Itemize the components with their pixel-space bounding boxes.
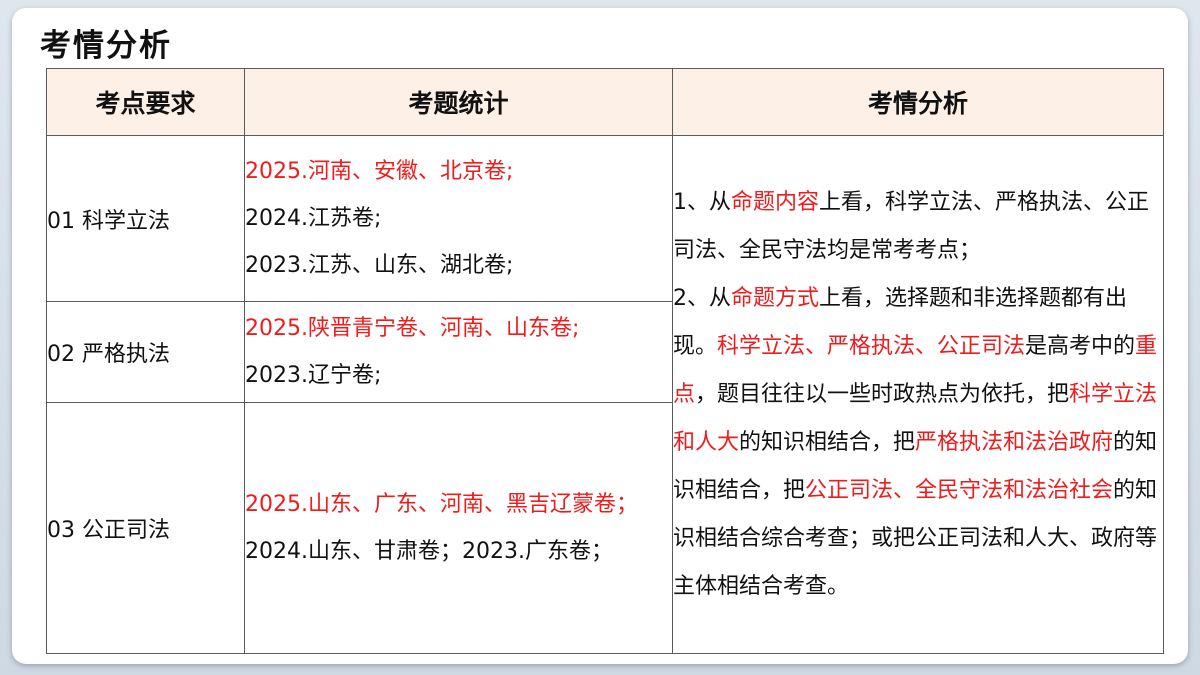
header-requirement: 考点要求 [46,68,245,136]
statistics-cell: 2025.河南、安徽、北京卷; 2024.江苏卷; 2023.江苏、山东、湖北卷… [244,135,673,302]
table-header-row: 考点要求 考题统计 考情分析 [46,68,1164,136]
statistics-line: 2023.辽宁卷; [245,363,382,388]
header-analysis: 考情分析 [672,68,1164,136]
analysis-text: 是高考中的 [1025,333,1136,359]
analysis-text: ，题目往往以一些时政热点为依托，把 [695,381,1070,407]
statistics-highlight: 2025.山东、广东、河南、黑吉辽蒙卷； [245,492,638,517]
analysis-text: 2、从 [673,285,731,311]
requirement-cell: 02 严格执法 [46,301,245,403]
analysis-cell: 1、从命题内容上看，科学立法、严格执法、公正司法、全民守法均是常考考点； 2、从… [672,135,1164,654]
statistics-cell: 2025.山东、广东、河南、黑吉辽蒙卷； 2024.山东、甘肃卷；2023.广东卷… [244,402,673,654]
statistics-highlight: 2025.河南、安徽、北京卷; [245,159,514,184]
analysis-highlight: 命题内容 [731,189,820,215]
analysis-highlight: 严格执法和法治政府 [915,429,1114,455]
analysis-highlight: 科学立法、严格执法、公正司法 [717,333,1026,359]
table-row: 01 科学立法 2025.河南、安徽、北京卷; 2024.江苏卷; 2023.江… [46,135,1164,654]
header-statistics: 考题统计 [244,68,673,136]
statistics-highlight: 2025.陕晋青宁卷、河南、山东卷; [245,316,580,341]
exam-analysis-table: 考点要求 考题统计 考情分析 01 科学立法 2025.河南、安徽、北京卷; 2… [46,68,1164,654]
analysis-highlight: 命题方式 [731,285,820,311]
statistics-cell: 2025.陕晋青宁卷、河南、山东卷; 2023.辽宁卷; [244,301,673,403]
page-title: 考情分析 [40,28,172,64]
requirement-cell: 03 公正司法 [46,402,245,654]
analysis-text: 的知识相结合，把 [739,429,916,455]
analysis-highlight: 公正司法、全民守法和法治社会 [805,477,1114,503]
statistics-line: 2024.山东、甘肃卷；2023.广东卷； [245,539,613,564]
requirement-cell: 01 科学立法 [46,135,245,302]
statistics-line: 2023.江苏、山东、湖北卷; [245,253,514,278]
analysis-text: 1、从 [673,189,731,215]
statistics-line: 2024.江苏卷; [245,206,382,231]
